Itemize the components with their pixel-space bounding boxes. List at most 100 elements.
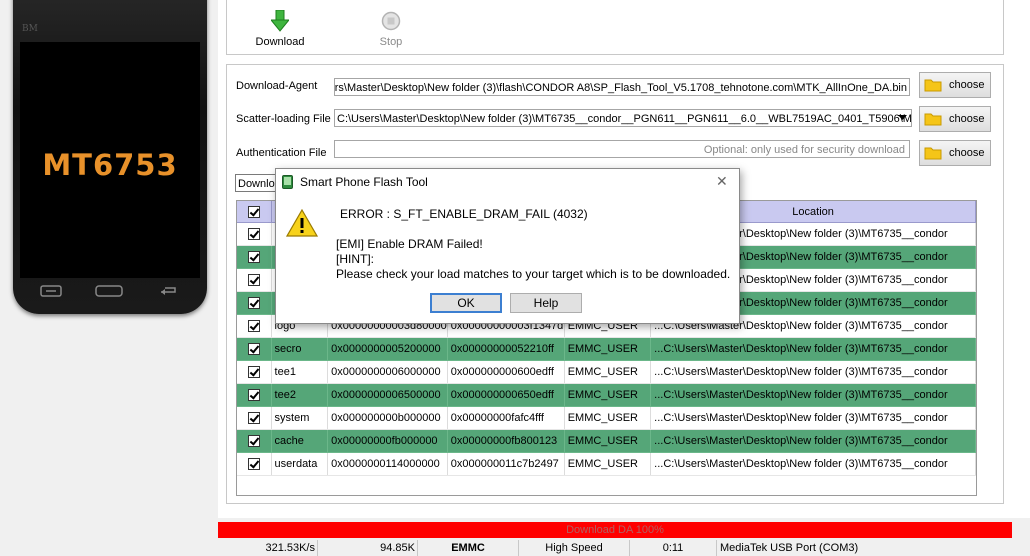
location-cell: C:\Users\Master\Desktop\New folder (3)\M… bbox=[650, 406, 976, 430]
warning-icon bbox=[285, 208, 319, 240]
row-checkbox-cell[interactable] bbox=[237, 245, 272, 269]
error-dialog: Smart Phone Flash Tool ✕ ERROR : S_FT_EN… bbox=[275, 168, 740, 324]
dialog-titlebar: Smart Phone Flash Tool ✕ bbox=[276, 169, 739, 196]
toolbar bbox=[226, 0, 1004, 55]
row-checkbox-cell[interactable] bbox=[237, 383, 272, 407]
dialog-body: ERROR : S_FT_ENABLE_DRAM_FAIL (4032) [EM… bbox=[276, 195, 739, 323]
status-speed: 321.53K/s bbox=[218, 540, 318, 556]
row-checkbox-cell[interactable] bbox=[237, 268, 272, 292]
choose-label: choose bbox=[949, 147, 985, 159]
download-button[interactable]: Download bbox=[245, 10, 315, 48]
error-code-text: ERROR : S_FT_ENABLE_DRAM_FAIL (4032) bbox=[340, 207, 588, 221]
table-row[interactable]: userdata 0x0000000114000000 0x000000011c7b… bbox=[237, 452, 976, 476]
scatter-label: Scatter-loading File bbox=[236, 113, 331, 125]
combo-arrow-icon[interactable] bbox=[894, 110, 910, 126]
phone-model-label: MT6753 bbox=[42, 148, 178, 182]
auth-field[interactable]: Optional: only used for security downloa… bbox=[334, 140, 910, 158]
row-checkbox[interactable] bbox=[247, 297, 260, 310]
begin-address-cell: 0x000000000b000000 bbox=[327, 406, 448, 430]
row-checkbox[interactable] bbox=[247, 274, 260, 287]
end-address-cell: 0x000000000600edff bbox=[447, 360, 565, 384]
row-checkbox[interactable] bbox=[247, 366, 260, 379]
auth-placeholder: Optional: only used for security downloa… bbox=[703, 144, 905, 156]
choose-download-agent-button[interactable]: choose bbox=[919, 72, 991, 98]
scatter-field[interactable]: C:\Users\Master\Desktop\New folder (3)\M… bbox=[334, 109, 912, 127]
end-address-cell: 0x00000000052210ff bbox=[447, 337, 565, 361]
row-checkbox-cell[interactable] bbox=[237, 452, 272, 476]
status-usb-speed: High Speed bbox=[519, 540, 630, 556]
stop-label: Stop bbox=[379, 36, 403, 48]
dialog-title: Smart Phone Flash Tool bbox=[300, 175, 428, 189]
row-checkbox[interactable] bbox=[247, 228, 260, 241]
row-checkbox-cell[interactable] bbox=[237, 406, 272, 430]
row-checkbox[interactable] bbox=[247, 412, 260, 425]
location-cell: C:\Users\Master\Desktop\New folder (3)\M… bbox=[650, 383, 976, 407]
auth-label: Authentication File bbox=[236, 147, 327, 159]
app-icon bbox=[282, 175, 293, 192]
row-checkbox-cell[interactable] bbox=[237, 337, 272, 361]
row-checkbox[interactable] bbox=[247, 343, 260, 356]
status-port: MediaTek USB Port (COM3) bbox=[720, 542, 859, 554]
row-checkbox[interactable] bbox=[247, 435, 260, 448]
phone-brand: BM bbox=[22, 24, 38, 34]
download-agent-label: Download-Agent bbox=[236, 80, 318, 92]
status-time: 0:11 bbox=[630, 540, 717, 556]
begin-address-cell: 0x0000000114000000 bbox=[327, 452, 448, 476]
row-checkbox[interactable] bbox=[247, 320, 260, 333]
row-checkbox-cell[interactable] bbox=[237, 360, 272, 384]
status-bar: 321.53K/s 94.85K EMMC High Speed 0:11 Me… bbox=[218, 540, 1030, 556]
location-cell: C:\Users\Master\Desktop\New folder (3)\M… bbox=[650, 452, 976, 476]
region-cell: EMMC_USER bbox=[564, 429, 652, 453]
table-row[interactable]: secro 0x0000000005200000 0x00000000052210f… bbox=[237, 337, 976, 361]
region-cell: EMMC_USER bbox=[564, 406, 652, 430]
region-cell: EMMC_USER bbox=[564, 337, 652, 361]
progress-bar: Download DA 100% bbox=[218, 522, 1012, 538]
end-address-cell: 0x00000000fb800123 bbox=[447, 429, 565, 453]
folder-icon bbox=[924, 147, 942, 160]
stop-icon bbox=[381, 11, 401, 31]
row-checkbox-cell[interactable] bbox=[237, 222, 272, 246]
close-icon[interactable]: ✕ bbox=[716, 173, 728, 190]
table-row[interactable]: tee1 0x0000000006000000 0x000000000600edff… bbox=[237, 360, 976, 384]
table-row[interactable]: tee2 0x0000000006500000 0x000000000650edff… bbox=[237, 383, 976, 407]
begin-address-cell: 0x0000000006000000 bbox=[327, 360, 448, 384]
partition-name-cell: secro bbox=[271, 337, 329, 361]
emi-text: [EMI] Enable DRAM Failed! bbox=[336, 237, 483, 251]
region-cell: EMMC_USER bbox=[564, 360, 652, 384]
row-checkbox-cell[interactable] bbox=[237, 429, 272, 453]
help-button[interactable]: Help bbox=[510, 293, 582, 313]
stop-button[interactable]: Stop bbox=[356, 10, 426, 48]
partition-name-cell: cache bbox=[271, 429, 329, 453]
table-row[interactable]: system 0x000000000b000000 0x00000000fafc4f… bbox=[237, 406, 976, 430]
row-checkbox[interactable] bbox=[247, 251, 260, 264]
row-checkbox[interactable] bbox=[247, 458, 260, 471]
end-address-cell: 0x000000011c7b2497 bbox=[447, 452, 565, 476]
row-checkbox-cell[interactable] bbox=[237, 291, 272, 315]
progress-label: Download DA 100% bbox=[566, 524, 664, 536]
hint-text: [HINT]: bbox=[336, 252, 374, 266]
download-agent-field[interactable]: C:\Users\Master\Desktop\New folder (3)\f… bbox=[334, 78, 910, 96]
download-label: Download bbox=[255, 36, 305, 48]
table-row[interactable]: cache 0x00000000fb000000 0x00000000fb80012… bbox=[237, 429, 976, 453]
status-size: 94.85K bbox=[318, 540, 418, 556]
message-text: Please check your load matches to your t… bbox=[336, 267, 731, 281]
back-icon bbox=[157, 284, 179, 298]
row-checkbox[interactable] bbox=[247, 389, 260, 402]
choose-auth-button[interactable]: choose bbox=[919, 140, 991, 166]
row-checkbox-cell[interactable] bbox=[237, 314, 272, 338]
end-address-cell: 0x00000000fafc4fff bbox=[447, 406, 565, 430]
region-cell: EMMC_USER bbox=[564, 383, 652, 407]
begin-address-cell: 0x00000000fb000000 bbox=[327, 429, 448, 453]
ok-button[interactable]: OK bbox=[430, 293, 502, 313]
choose-scatter-button[interactable]: choose bbox=[919, 106, 991, 132]
select-all-checkbox[interactable] bbox=[247, 205, 260, 218]
home-icon bbox=[95, 284, 123, 298]
partition-name-cell: system bbox=[271, 406, 329, 430]
choose-label: choose bbox=[949, 79, 985, 91]
status-storage: EMMC bbox=[418, 540, 519, 556]
choose-label: choose bbox=[949, 113, 985, 125]
select-all-header[interactable] bbox=[237, 201, 272, 223]
folder-icon bbox=[924, 79, 942, 92]
location-cell: C:\Users\Master\Desktop\New folder (3)\M… bbox=[650, 337, 976, 361]
location-cell: C:\Users\Master\Desktop\New folder (3)\M… bbox=[650, 429, 976, 453]
